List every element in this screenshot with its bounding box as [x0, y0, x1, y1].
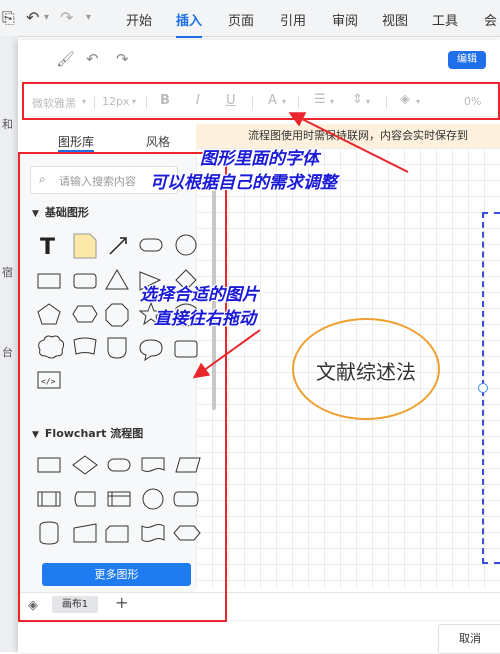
font-annotation-line1: 图形里面的字体	[200, 149, 319, 169]
arrow-to-panel	[192, 329, 261, 379]
font-annotation-line2: 可以根据自己的需求调整	[150, 173, 337, 193]
shape-annotation-line2: 直接往右拖动	[154, 309, 256, 329]
shape-annotation-line1: 选择合适的图片	[140, 285, 259, 305]
